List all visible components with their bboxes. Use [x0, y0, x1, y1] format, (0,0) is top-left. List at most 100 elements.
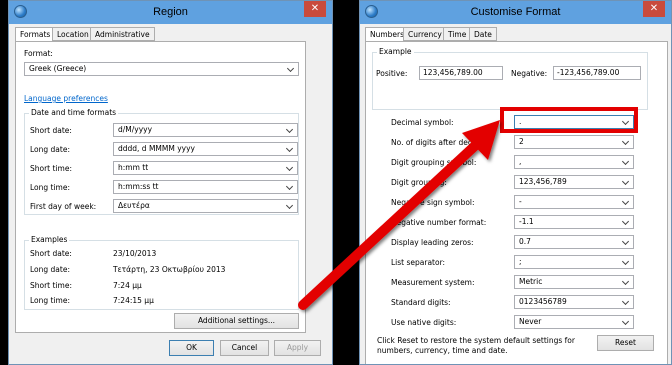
- digits-after-decimal-value: 2: [519, 137, 524, 146]
- negative-number-format-value: -1.1: [519, 217, 534, 226]
- example-short-date-value: 23/10/2013: [113, 249, 157, 258]
- digits-after-decimal-label: No. of digits after decimal:: [391, 138, 491, 147]
- standard-digits-select[interactable]: 0123456789: [514, 295, 634, 309]
- native-digits-label: Use native digits:: [391, 318, 457, 327]
- standard-digits-value: 0123456789: [519, 297, 567, 306]
- native-digits-value: Never: [519, 317, 542, 326]
- example-long-date-label: Long date:: [30, 265, 70, 274]
- first-day-label: First day of week:: [30, 202, 97, 211]
- tab-date[interactable]: Date: [469, 27, 497, 41]
- chevron-down-icon: [621, 316, 631, 328]
- short-date-value: d/M/yyyy: [118, 125, 153, 134]
- example-group: Example Positive: 123,456,789.00 Negativ…: [372, 47, 648, 110]
- decimal-symbol-label: Decimal symbol:: [391, 118, 454, 127]
- digit-grouping-symbol-select[interactable]: ,: [514, 155, 634, 169]
- example-long-time-value: 7:24:15 μμ: [113, 296, 154, 305]
- example-long-date-value: Τετάρτη, 23 Οκτωβρίου 2013: [113, 265, 226, 274]
- long-time-select[interactable]: h:mm:ss tt: [113, 180, 298, 194]
- customise-format-window: Customise Format ✕ Numbers Currency Time…: [359, 0, 672, 365]
- leading-zeros-label: Display leading zeros:: [391, 238, 474, 247]
- tab-currency[interactable]: Currency: [403, 27, 447, 41]
- customise-title: Customise Format: [470, 6, 561, 18]
- format-select[interactable]: Greek (Greece): [24, 62, 299, 76]
- chevron-down-icon: [621, 276, 631, 288]
- negative-sign-symbol-label: Negative sign symbol:: [391, 198, 475, 207]
- short-time-value: h:mm tt: [118, 163, 149, 172]
- date-time-formats-title: Date and time formats: [29, 108, 119, 117]
- example-long-time-label: Long time:: [30, 296, 71, 305]
- format-label: Format:: [24, 49, 53, 58]
- annotation-highlight-box: [500, 107, 638, 133]
- close-button[interactable]: ✕: [304, 1, 326, 17]
- negative-number-format-select[interactable]: -1.1: [514, 215, 634, 229]
- examples-title: Examples: [29, 235, 70, 244]
- ok-button[interactable]: OK: [169, 340, 214, 356]
- tab-location[interactable]: Location: [52, 27, 94, 41]
- cancel-button[interactable]: Cancel: [220, 340, 269, 356]
- long-date-label: Long date:: [30, 145, 70, 154]
- negative-number-format-label: Negative number format:: [391, 218, 487, 227]
- example-short-date-label: Short date:: [30, 249, 72, 258]
- chevron-down-icon: [285, 162, 295, 174]
- example-short-time-value: 7:24 μμ: [113, 281, 142, 290]
- region-tabs: Formats Location Administrative: [15, 27, 215, 42]
- first-day-select[interactable]: Δευτέρα: [113, 199, 298, 213]
- long-date-value: dddd, d MMMM yyyy: [118, 144, 195, 153]
- reset-button[interactable]: Reset: [597, 335, 654, 351]
- native-digits-select[interactable]: Never: [514, 315, 634, 329]
- chevron-down-icon: [285, 200, 295, 212]
- chevron-down-icon: [621, 296, 631, 308]
- reset-description: Click Reset to restore the system defaul…: [377, 336, 575, 355]
- chevron-down-icon: [286, 63, 296, 75]
- close-button[interactable]: ✕: [643, 1, 665, 17]
- list-separator-value: ;: [519, 257, 522, 266]
- format-select-value: Greek (Greece): [29, 64, 87, 73]
- digit-grouping-symbol-label: Digit grouping symbol:: [391, 158, 477, 167]
- additional-settings-button[interactable]: Additional settings...: [174, 313, 299, 329]
- negative-sign-symbol-select[interactable]: -: [514, 195, 634, 209]
- digits-after-decimal-select[interactable]: 2: [514, 135, 634, 149]
- numbers-panel: Example Positive: 123,456,789.00 Negativ…: [365, 41, 668, 364]
- standard-digits-label: Standard digits:: [391, 298, 451, 307]
- customise-title-bar: Customise Format ✕: [360, 1, 671, 24]
- chevron-down-icon: [621, 136, 631, 148]
- positive-label: Positive:: [376, 69, 408, 78]
- example-short-time-label: Short time:: [30, 281, 72, 290]
- negative-label: Negative:: [511, 69, 548, 78]
- measurement-system-label: Measurement system:: [391, 278, 475, 287]
- long-time-value: h:mm:ss tt: [118, 182, 159, 191]
- language-preferences-link[interactable]: Language preferences: [24, 94, 108, 103]
- leading-zeros-value: 0.7: [519, 237, 531, 246]
- chevron-down-icon: [621, 256, 631, 268]
- tab-time[interactable]: Time: [443, 27, 472, 41]
- chevron-down-icon: [285, 181, 295, 193]
- digit-grouping-symbol-value: ,: [519, 157, 522, 166]
- long-time-label: Long time:: [30, 183, 71, 192]
- chevron-down-icon: [621, 236, 631, 248]
- short-date-select[interactable]: d/M/yyyy: [113, 123, 298, 137]
- list-separator-select[interactable]: ;: [514, 255, 634, 269]
- chevron-down-icon: [285, 124, 295, 136]
- leading-zeros-select[interactable]: 0.7: [514, 235, 634, 249]
- long-date-select[interactable]: dddd, d MMMM yyyy: [113, 142, 298, 156]
- chevron-down-icon: [621, 216, 631, 228]
- short-time-select[interactable]: h:mm tt: [113, 161, 298, 175]
- example-title: Example: [377, 47, 414, 56]
- date-time-formats-group: Date and time formats Short date: d/M/yy…: [24, 108, 299, 215]
- negative-sign-symbol-value: -: [519, 197, 522, 206]
- digit-grouping-select[interactable]: 123,456,789: [514, 175, 634, 189]
- chevron-down-icon: [621, 156, 631, 168]
- digit-grouping-label: Digit grouping:: [391, 178, 447, 187]
- chevron-down-icon: [621, 176, 631, 188]
- tab-formats[interactable]: Formats: [15, 27, 56, 42]
- formats-panel: Format: Greek (Greece) Language preferen…: [15, 41, 306, 333]
- region-title: Region: [153, 6, 188, 18]
- examples-group: Examples Short date: 23/10/2013 Long dat…: [24, 235, 299, 310]
- digit-grouping-value: 123,456,789: [519, 177, 567, 186]
- tab-administrative[interactable]: Administrative: [90, 27, 155, 41]
- region-window: Region ✕ Formats Location Administrative…: [8, 0, 333, 365]
- measurement-system-select[interactable]: Metric: [514, 275, 634, 289]
- first-day-value: Δευτέρα: [118, 201, 150, 210]
- apply-button[interactable]: Apply: [274, 340, 321, 356]
- positive-example-field: 123,456,789.00: [419, 66, 503, 80]
